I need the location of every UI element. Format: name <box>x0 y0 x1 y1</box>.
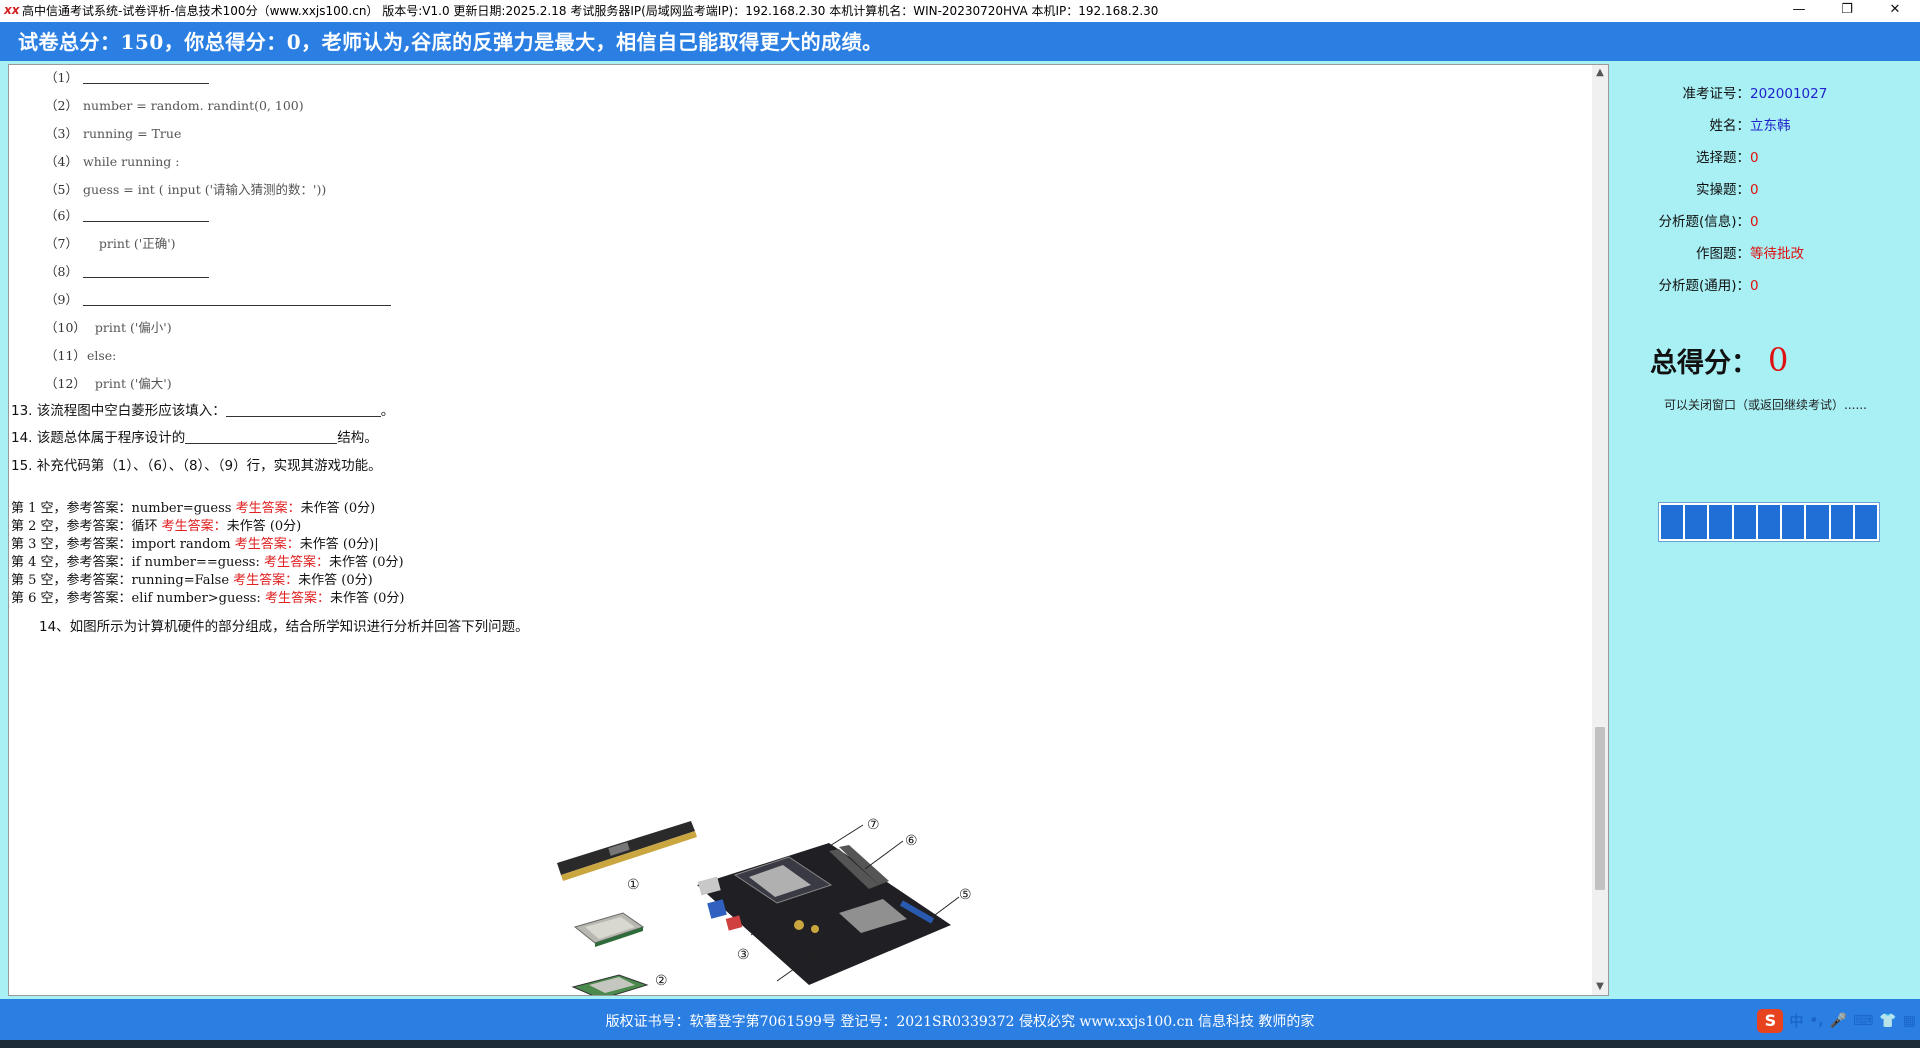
cpu-chip-image <box>573 912 645 947</box>
restore-button[interactable]: ❐ <box>1824 0 1870 22</box>
code-line-8: （8） <box>45 261 209 280</box>
code-line-10: （10） print ('偏小') <box>45 320 172 335</box>
exam-id-value: 202001027 <box>1750 86 1828 102</box>
ime-skin-icon[interactable]: 👕 <box>1879 1013 1896 1029</box>
practical-score-row: 实操题： 0 <box>1696 182 1759 198</box>
progress-segment <box>1757 505 1781 539</box>
ime-punctuation-icon[interactable]: •, <box>1809 1013 1823 1029</box>
answer-blank <box>83 294 391 306</box>
code-line-5: （5） guess = int ( input ('请输入猜测的数：')) <box>45 182 327 197</box>
exam-review-content[interactable]: （1） （2） number = random. randint(0, 100) … <box>8 64 1609 996</box>
scroll-down-icon[interactable]: ▼ <box>1592 979 1608 995</box>
name-row: 姓名： 立东韩 <box>1709 118 1791 134</box>
label-3: ③ <box>737 947 750 963</box>
progress-segment <box>1854 505 1877 539</box>
drawing-score-row: 作图题： 等待批改 <box>1696 246 1804 262</box>
answer-row-3: 第 3 空，参考答案：import random 考生答案：未作答 (0分)| <box>11 537 379 552</box>
code-line-12: （12） print ('偏大') <box>45 376 172 391</box>
choice-score-value: 0 <box>1750 150 1759 166</box>
analysis-info-score-value: 0 <box>1750 214 1759 230</box>
ime-toolbar[interactable]: S 中 •, 🎤 ⌨ 👕 ▦ <box>1757 1009 1916 1033</box>
close-button[interactable]: ✕ <box>1872 0 1918 22</box>
total-score-label: 总得分： <box>1650 348 1758 379</box>
cpu-chip-image-2 <box>571 974 649 995</box>
banner-message: 试卷总分：150，你总得分：0，老师认为,谷底的反弹力是最大，相信自己能取得更大… <box>18 30 883 54</box>
code-line-9: （9） <box>45 289 391 308</box>
choice-score-row: 选择题： 0 <box>1696 150 1759 166</box>
sogou-ime-icon[interactable]: S <box>1757 1009 1784 1033</box>
code-line-7: （7） print ('正确') <box>45 236 176 251</box>
analysis-general-score-value: 0 <box>1750 278 1759 294</box>
progress-segment <box>1782 505 1805 539</box>
answer-row-2: 第 2 空，参考答案：循环 考生答案：未作答 (0分) <box>11 519 302 534</box>
progress-segment <box>1830 505 1853 539</box>
progress-segment <box>1709 505 1732 539</box>
scroll-thumb[interactable] <box>1595 727 1605 890</box>
copyright-text: 版权证书号：软著登字第7061599号 登记号：2021SR0339372 侵权… <box>605 1014 1315 1030</box>
taskbar-strip <box>0 1040 1920 1048</box>
code-line-6: （6） <box>45 205 209 224</box>
score-side-panel: 准考证号： 202001027 姓名： 立东韩 选择题： 0 实操题： 0 分析题(信息… <box>1610 61 1920 999</box>
answer-row-6: 第 6 空，参考答案：elif number>guess: 考生答案：未作答 (… <box>11 591 405 606</box>
vertical-scrollbar[interactable]: ▲ ▼ <box>1592 65 1608 995</box>
label-1: ① <box>627 877 640 893</box>
code-line-2: （2） number = random. randint(0, 100) <box>45 98 304 113</box>
question-13: 13. 该流程图中空白菱形应该填入：。 <box>11 403 395 419</box>
window-title: 高中信通考试系统-试卷评析-信息技术100分（www.xxjs100.cn） 版… <box>22 4 1159 18</box>
total-score-value: 0 <box>1768 341 1789 379</box>
label-6: ⑥ <box>905 833 918 849</box>
code-line-11: （11） else: <box>45 348 117 363</box>
answer-row-1: 第 1 空，参考答案：number=guess 考生答案：未作答 (0分) <box>11 501 376 516</box>
answer-blank <box>185 432 338 444</box>
computer-hardware-figure: ① ② ③ ④ ⑤ ⑥ ⑦ <box>557 817 972 995</box>
progress-segment <box>1806 505 1829 539</box>
answer-blank <box>83 266 209 278</box>
next-question-title: 14、如图所示为计算机硬件的部分组成，结合所学知识进行分析并回答下列问题。 <box>39 619 529 635</box>
progress-segment <box>1661 505 1684 539</box>
ram-stick-image <box>557 821 697 881</box>
ime-toolbox-icon[interactable]: ▦ <box>1903 1013 1916 1029</box>
answer-blank <box>83 210 209 222</box>
name-value: 立东韩 <box>1750 118 1791 134</box>
motherboard-image <box>697 843 951 985</box>
answer-row-5: 第 5 空，参考答案：running=False 考生答案：未作答 (0分) <box>11 573 373 588</box>
ime-keyboard-icon[interactable]: ⌨ <box>1853 1013 1873 1029</box>
scroll-up-icon[interactable]: ▲ <box>1592 65 1608 81</box>
exam-id-row: 准考证号： 202001027 <box>1682 86 1828 102</box>
progress-segment <box>1733 505 1756 539</box>
body-area: （1） （2） number = random. randint(0, 100) … <box>0 61 1920 999</box>
close-hint-text: 可以关闭窗口（或返回继续考试）...... <box>1664 398 1867 412</box>
answer-blank <box>83 72 209 84</box>
label-5: ⑤ <box>959 887 972 903</box>
question-14: 14. 该题总体属于程序设计的 结构。 <box>11 430 378 446</box>
analysis-general-score-row: 分析题(通用)： 0 <box>1658 278 1759 294</box>
analysis-info-score-row: 分析题(信息)： 0 <box>1658 214 1759 230</box>
question-15: 15. 补充代码第（1）、（6）、（8）、（9）行，实现其游戏功能。 <box>11 458 382 474</box>
answer-blank <box>225 405 381 417</box>
app-logo-icon: xx <box>4 3 20 17</box>
label-2: ② <box>655 973 668 989</box>
ime-microphone-icon[interactable]: 🎤 <box>1830 1013 1847 1029</box>
score-banner: 试卷总分：150，你总得分：0，老师认为,谷底的反弹力是最大，相信自己能取得更大… <box>0 22 1920 61</box>
answer-row-4: 第 4 空，参考答案：if number==guess: 考生答案：未作答 (0… <box>11 555 404 570</box>
practical-score-value: 0 <box>1750 182 1759 198</box>
ime-chinese-mode[interactable]: 中 <box>1789 1011 1803 1031</box>
title-bar: xx 高中信通考试系统-试卷评析-信息技术100分（www.xxjs100.cn… <box>0 0 1920 22</box>
progress-bar <box>1658 502 1880 542</box>
code-line-3: （3） running = True <box>45 126 182 141</box>
code-line-1: （1） <box>45 67 209 86</box>
drawing-status-value: 等待批改 <box>1750 246 1804 262</box>
code-line-4: （4） while running : <box>45 154 180 169</box>
label-7: ⑦ <box>867 817 880 833</box>
minimize-button[interactable]: — <box>1776 0 1822 22</box>
progress-segment <box>1685 505 1708 539</box>
footer-bar: 版权证书号：软著登字第7061599号 登记号：2021SR0339372 侵权… <box>0 999 1920 1040</box>
